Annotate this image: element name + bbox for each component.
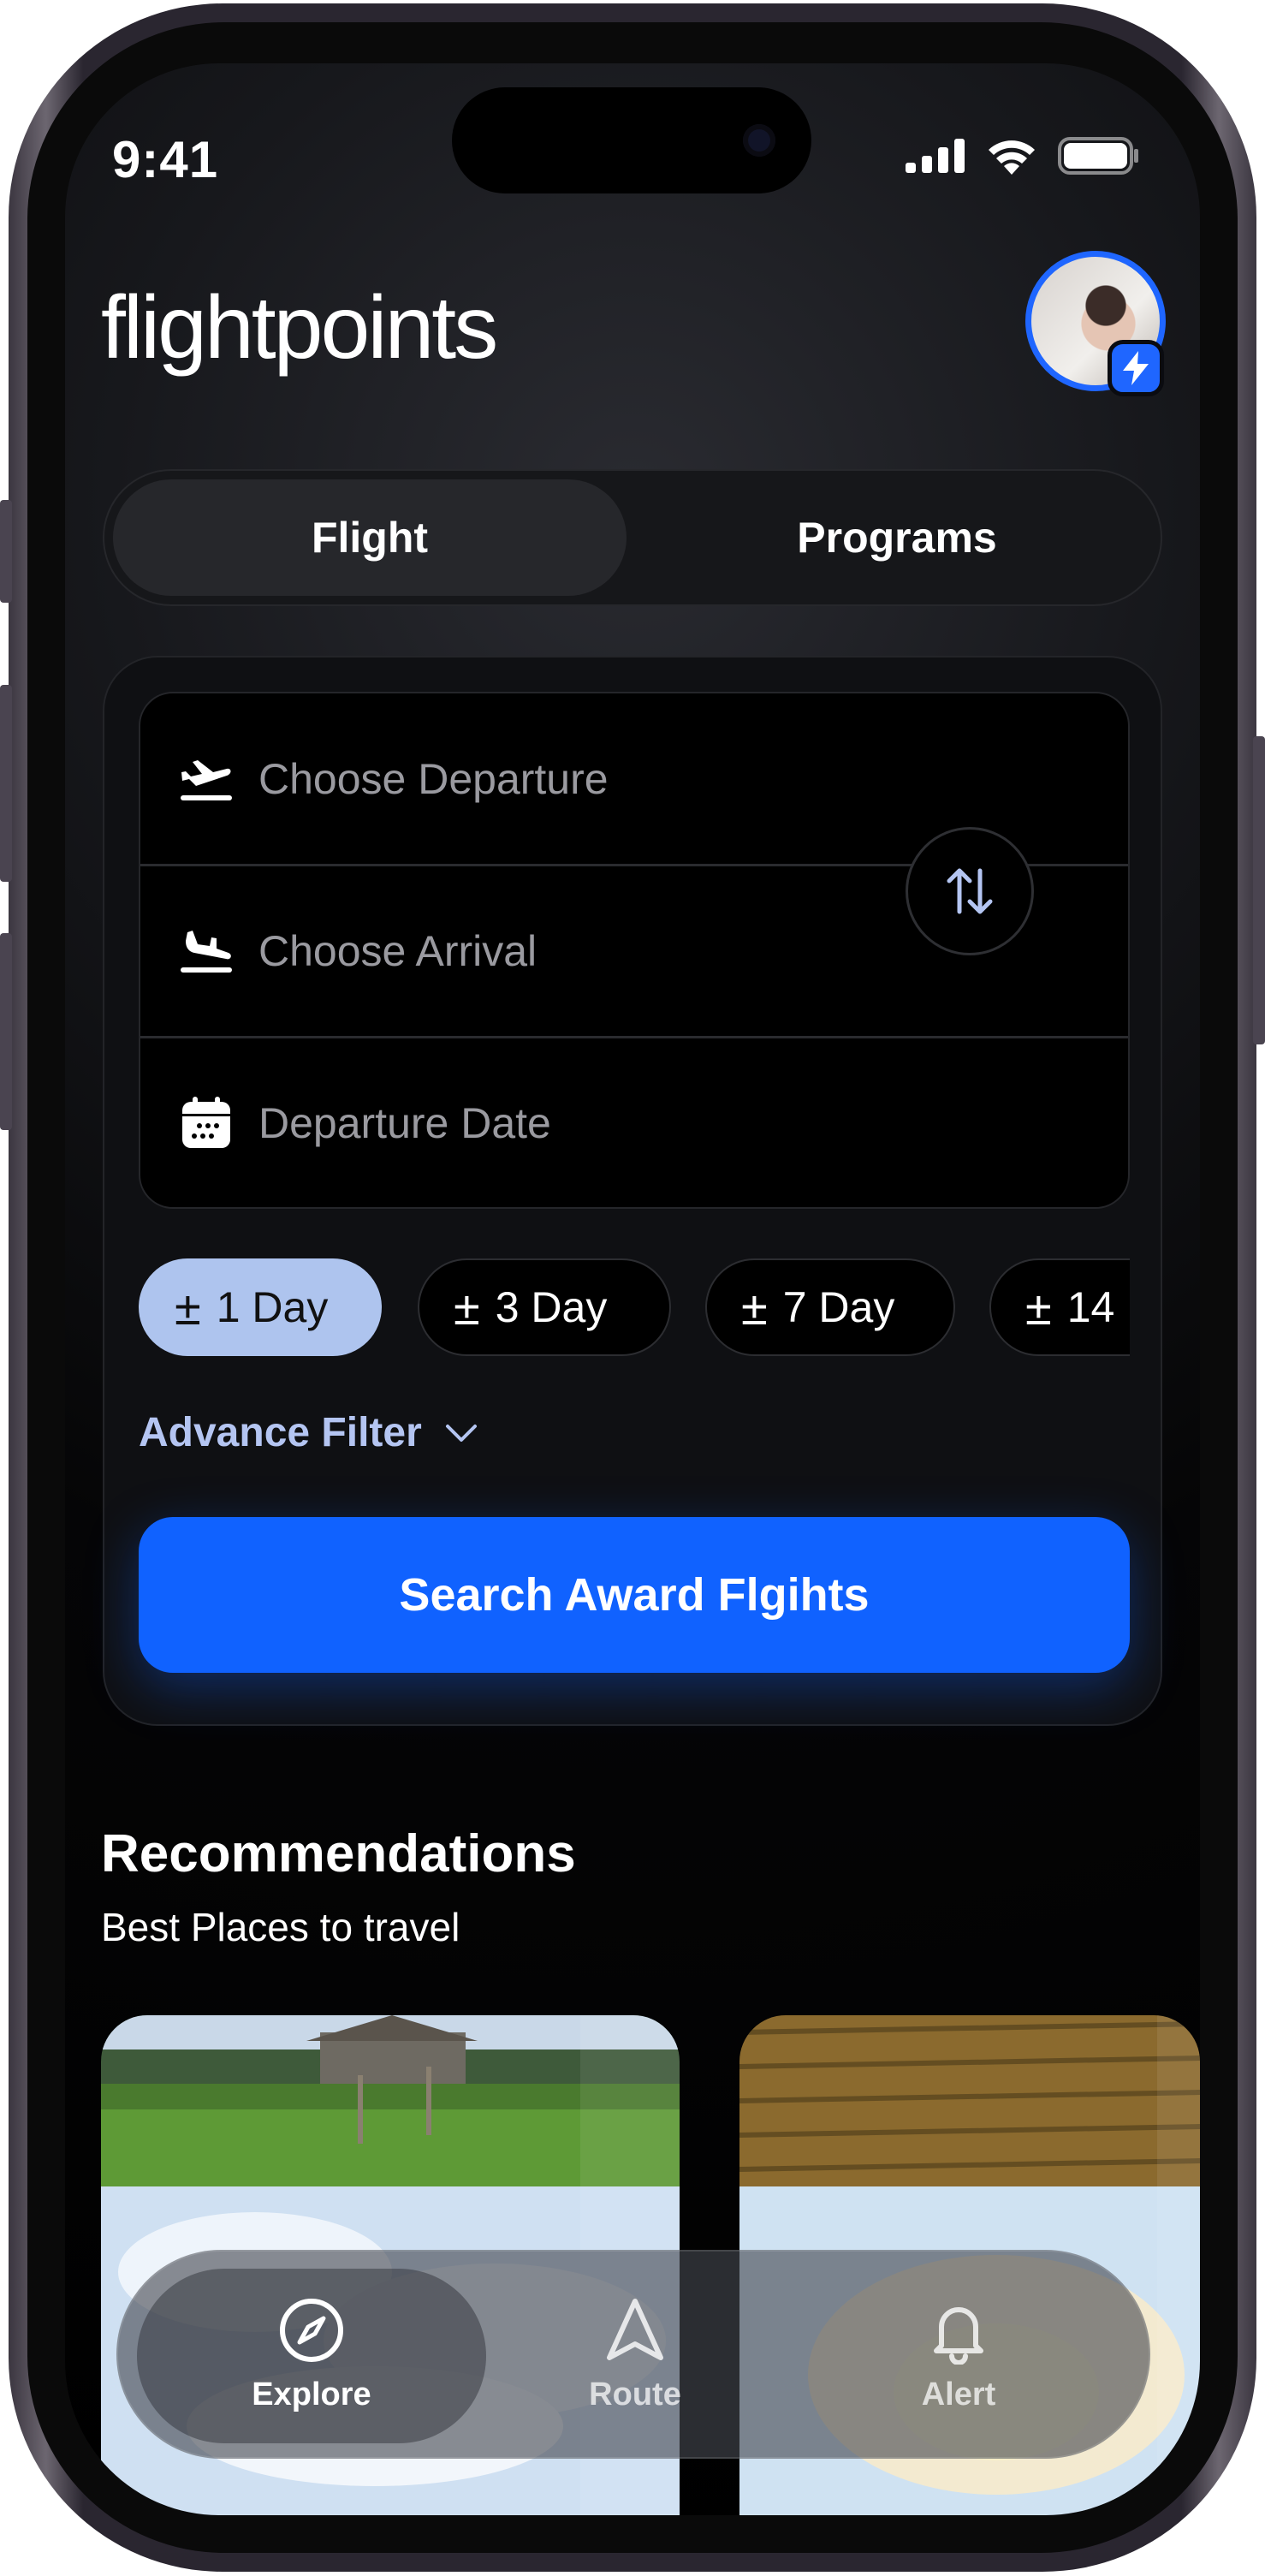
departure-placeholder: Choose Departure: [258, 755, 609, 803]
search-award-flights-button[interactable]: Search Award Flgihts: [139, 1517, 1130, 1673]
plus-minus-icon: ±: [1025, 1280, 1052, 1335]
chip-label: 3 Day: [495, 1283, 608, 1331]
compass-icon: [280, 2299, 343, 2362]
screen: 9:41 flightpoints Flight Programs Choose…: [65, 63, 1200, 2515]
day-range-chips: ± 1 Day ± 3 Day ± 7 Day ± 14: [139, 1258, 1130, 1359]
swap-arrows-icon: [947, 868, 993, 914]
chip-7-day[interactable]: ± 7 Day: [705, 1258, 955, 1356]
tab-flight[interactable]: Flight: [113, 479, 627, 596]
wifi-icon: [989, 140, 1035, 175]
volume-up-button: [0, 685, 12, 882]
chip-14-day[interactable]: ± 14: [989, 1258, 1130, 1356]
route-fields: Choose Departure Choose Arrival Departur…: [139, 692, 1130, 1209]
action-button: [0, 500, 12, 603]
app-logo: flightpoints: [101, 278, 498, 378]
swap-button[interactable]: [906, 827, 1034, 955]
dynamic-island: [452, 87, 811, 193]
power-button: [1253, 736, 1265, 1044]
chip-1-day[interactable]: ± 1 Day: [139, 1258, 382, 1356]
advance-filter-label: Advance Filter: [139, 1410, 422, 1455]
signal-icon: [906, 139, 965, 173]
date-field[interactable]: Departure Date: [140, 1038, 1128, 1209]
advance-filter-toggle[interactable]: Advance Filter: [139, 1409, 478, 1456]
camera-icon: [743, 124, 775, 157]
tab-explore[interactable]: Explore: [209, 2296, 414, 2413]
navigation-arrow-icon: [607, 2299, 663, 2360]
lightning-icon: [1108, 340, 1164, 396]
tab-route[interactable]: Route: [532, 2296, 738, 2413]
plane-landing-icon: [176, 921, 236, 981]
recommendations-title: Recommendations: [101, 1824, 576, 1883]
tab-label: Alert: [921, 2377, 996, 2412]
chip-label: 14: [1066, 1283, 1115, 1331]
date-placeholder: Departure Date: [258, 1099, 551, 1147]
status-icons: [906, 137, 1140, 175]
tab-programs[interactable]: Programs: [640, 479, 1154, 596]
plus-minus-icon: ±: [741, 1280, 768, 1335]
plus-minus-icon: ±: [454, 1280, 480, 1335]
calendar-icon: [176, 1093, 236, 1153]
tab-label: Route: [589, 2377, 681, 2412]
bell-icon: [934, 2307, 983, 2365]
volume-down-button: [0, 933, 12, 1130]
plane-takeoff-icon: [176, 749, 236, 809]
segmented-control: Flight Programs: [103, 469, 1162, 606]
recommendations-subtitle: Best Places to travel: [101, 1905, 460, 1949]
chip-label: 1 Day: [216, 1283, 329, 1331]
plus-minus-icon: ±: [175, 1280, 201, 1335]
search-card: Choose Departure Choose Arrival Departur…: [103, 656, 1162, 1726]
bottom-tab-bar: Explore Route Alert: [116, 2250, 1150, 2459]
battery-icon: [1058, 137, 1138, 175]
status-time: 9:41: [112, 131, 219, 188]
tab-alert[interactable]: Alert: [856, 2296, 1061, 2413]
arrival-placeholder: Choose Arrival: [258, 927, 537, 975]
chevron-down-icon: [445, 1424, 477, 1442]
tab-label: Explore: [252, 2377, 371, 2412]
chip-3-day[interactable]: ± 3 Day: [418, 1258, 671, 1356]
chip-label: 7 Day: [782, 1283, 895, 1331]
